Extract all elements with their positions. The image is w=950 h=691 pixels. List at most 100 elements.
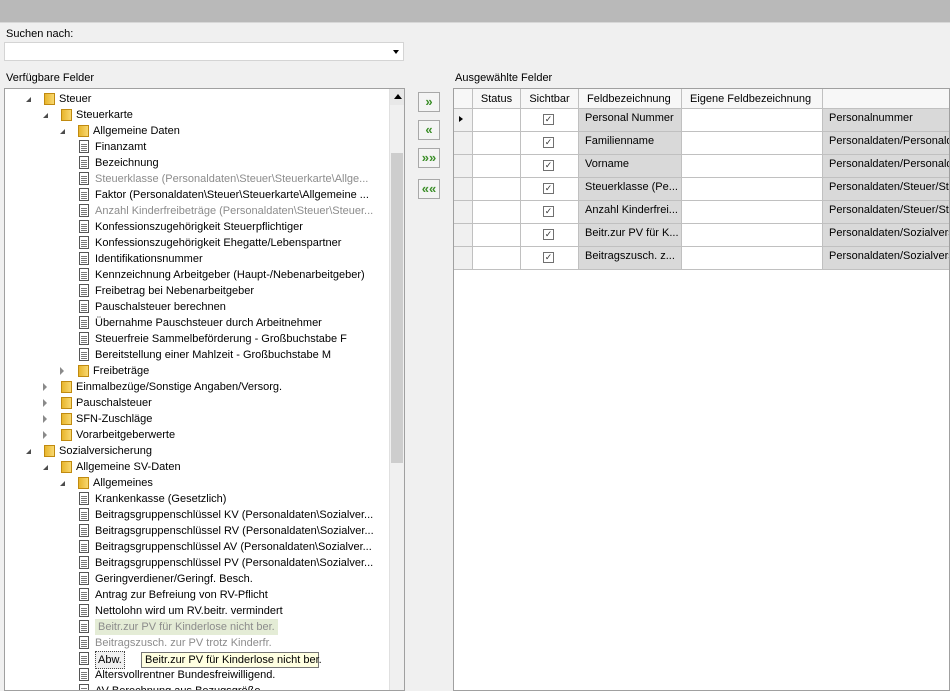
tree-folder-node[interactable]: Pauschalsteuer: [5, 395, 389, 411]
tree-field-node[interactable]: Bereitstellung einer Mahlzeit - Großbuch…: [5, 347, 389, 363]
own-field-name-cell[interactable]: [682, 201, 823, 224]
remove-all-fields-button[interactable]: ««: [418, 179, 440, 199]
tree-field-node[interactable]: Kennzeichnung Arbeitgeber (Haupt-/Nebena…: [5, 267, 389, 283]
tree-folder-node[interactable]: Steuer: [5, 91, 389, 107]
tree-folder-node[interactable]: Einmalbezüge/Sonstige Angaben/Versorg.: [5, 379, 389, 395]
row-header[interactable]: [454, 224, 473, 247]
tree-field-node[interactable]: Beitr.zur PV für Kinderlose nicht ber.: [5, 619, 389, 635]
column-header-eigene-feldbezeichnung[interactable]: Eigene Feldbezeichnung: [682, 89, 823, 109]
visible-cell[interactable]: ✓: [521, 109, 579, 132]
own-field-name-cell[interactable]: [682, 178, 823, 201]
visible-cell[interactable]: ✓: [521, 201, 579, 224]
tree-field-node[interactable]: Finanzamt: [5, 139, 389, 155]
dropdown-arrow-icon[interactable]: [393, 50, 399, 54]
tree-folder-node[interactable]: SFN-Zuschläge: [5, 411, 389, 427]
expanded-arrow-icon[interactable]: [43, 465, 48, 470]
row-header[interactable]: [454, 178, 473, 201]
own-field-name-cell[interactable]: [682, 155, 823, 178]
add-field-button[interactable]: »: [418, 92, 440, 112]
tree-folder-node[interactable]: Sozialversicherung: [5, 443, 389, 459]
visible-checkbox[interactable]: ✓: [543, 137, 554, 148]
row-header[interactable]: [454, 201, 473, 224]
tree-field-node[interactable]: Faktor (Personaldaten\Steuer\Steuerkarte…: [5, 187, 389, 203]
tree-field-node[interactable]: Konfessionszugehörigkeit Ehegatte/Lebens…: [5, 235, 389, 251]
tree-folder-node[interactable]: Allgemeines: [5, 475, 389, 491]
visible-checkbox[interactable]: ✓: [543, 160, 554, 171]
tree-field-node[interactable]: Freibetrag bei Nebenarbeitgeber: [5, 283, 389, 299]
own-field-name-cell[interactable]: [682, 132, 823, 155]
status-cell[interactable]: [473, 132, 521, 155]
tree-field-node[interactable]: Altersvollrentner Bundesfreiwilligend.: [5, 667, 389, 683]
expanded-arrow-icon[interactable]: [43, 113, 48, 118]
tree-folder-node[interactable]: Allgemeine Daten: [5, 123, 389, 139]
document-icon: [79, 572, 89, 585]
tree-field-node[interactable]: Steuerfreie Sammelbeförderung - Großbuch…: [5, 331, 389, 347]
status-cell[interactable]: [473, 178, 521, 201]
column-header-status[interactable]: Status: [473, 89, 521, 109]
visible-cell[interactable]: ✓: [521, 155, 579, 178]
tree-field-node[interactable]: Beitragsgruppenschlüssel AV (Personaldat…: [5, 539, 389, 555]
tree-field-node[interactable]: Anzahl Kinderfreibeträge (Personaldaten\…: [5, 203, 389, 219]
tree-field-node[interactable]: AV-Berechnung aus Bezugsgröße: [5, 683, 389, 690]
tree-field-node[interactable]: Beitragsgruppenschlüssel KV (Personaldat…: [5, 507, 389, 523]
remove-field-button[interactable]: «: [418, 120, 440, 140]
expanded-arrow-icon[interactable]: [26, 449, 31, 454]
column-header-feldbezeichnung[interactable]: Feldbezeichnung: [579, 89, 682, 109]
expanded-arrow-icon[interactable]: [60, 481, 65, 486]
tree-field-node[interactable]: Antrag zur Befreiung von RV-Pflicht: [5, 587, 389, 603]
status-cell[interactable]: [473, 224, 521, 247]
tree-field-node[interactable]: Geringverdiener/Geringf. Besch.: [5, 571, 389, 587]
tree-field-node[interactable]: Konfessionszugehörigkeit Steuerpflichtig…: [5, 219, 389, 235]
selected-fields-grid[interactable]: Status Sichtbar Feldbezeichnung Eigene F…: [453, 88, 950, 691]
scroll-up-icon[interactable]: [390, 89, 404, 105]
tree-field-node[interactable]: Nettolohn wird um RV.beitr. vermindert: [5, 603, 389, 619]
tree-folder-node[interactable]: Vorarbeitgeberwerte: [5, 427, 389, 443]
tree-field-node[interactable]: Steuerklasse (Personaldaten\Steuer\Steue…: [5, 171, 389, 187]
status-cell[interactable]: [473, 247, 521, 270]
expanded-arrow-icon[interactable]: [60, 129, 65, 134]
status-cell[interactable]: [473, 201, 521, 224]
tree-field-node[interactable]: Übernahme Pauschsteuer durch Arbeitnehme…: [5, 315, 389, 331]
row-header[interactable]: [454, 155, 473, 178]
visible-cell[interactable]: ✓: [521, 132, 579, 155]
tree-field-node[interactable]: Pauschalsteuer berechnen: [5, 299, 389, 315]
row-header[interactable]: [454, 109, 473, 132]
row-header[interactable]: [454, 132, 473, 155]
tree-field-node[interactable]: Bezeichnung: [5, 155, 389, 171]
status-cell[interactable]: [473, 109, 521, 132]
column-header-extra[interactable]: [823, 89, 949, 109]
tree-field-node[interactable]: Identifikationsnummer: [5, 251, 389, 267]
status-cell[interactable]: [473, 155, 521, 178]
visible-checkbox[interactable]: ✓: [543, 183, 554, 194]
row-header[interactable]: [454, 247, 473, 270]
tree-folder-node[interactable]: Allgemeine SV-Daten: [5, 459, 389, 475]
visible-checkbox[interactable]: ✓: [543, 252, 554, 263]
tree-folder-node[interactable]: Steuerkarte: [5, 107, 389, 123]
collapsed-arrow-icon[interactable]: [43, 431, 47, 439]
own-field-name-cell[interactable]: [682, 109, 823, 132]
expanded-arrow-icon[interactable]: [26, 97, 31, 102]
add-all-fields-button[interactable]: »»: [418, 148, 440, 168]
collapsed-arrow-icon[interactable]: [60, 367, 64, 375]
tree-field-node[interactable]: Krankenkasse (Gesetzlich): [5, 491, 389, 507]
tree-scrollbar[interactable]: [389, 89, 404, 690]
visible-cell[interactable]: ✓: [521, 247, 579, 270]
visible-checkbox[interactable]: ✓: [543, 206, 554, 217]
tree-field-node[interactable]: Beitragszusch. zur PV trotz Kinderfr.: [5, 635, 389, 651]
search-combobox[interactable]: [4, 42, 404, 61]
available-fields-tree[interactable]: Steuer Steuerkarte Allgemeine Daten Finanza…: [4, 88, 405, 691]
column-header-sichtbar[interactable]: Sichtbar: [521, 89, 579, 109]
own-field-name-cell[interactable]: [682, 247, 823, 270]
tree-field-node[interactable]: Beitragsgruppenschlüssel PV (Personaldat…: [5, 555, 389, 571]
collapsed-arrow-icon[interactable]: [43, 415, 47, 423]
collapsed-arrow-icon[interactable]: [43, 383, 47, 391]
visible-checkbox[interactable]: ✓: [543, 229, 554, 240]
collapsed-arrow-icon[interactable]: [43, 399, 47, 407]
visible-checkbox[interactable]: ✓: [543, 114, 554, 125]
tree-field-node[interactable]: Beitragsgruppenschlüssel RV (Personaldat…: [5, 523, 389, 539]
own-field-name-cell[interactable]: [682, 224, 823, 247]
tree-folder-node[interactable]: Freibeträge: [5, 363, 389, 379]
scroll-thumb[interactable]: [391, 153, 403, 463]
visible-cell[interactable]: ✓: [521, 178, 579, 201]
visible-cell[interactable]: ✓: [521, 224, 579, 247]
